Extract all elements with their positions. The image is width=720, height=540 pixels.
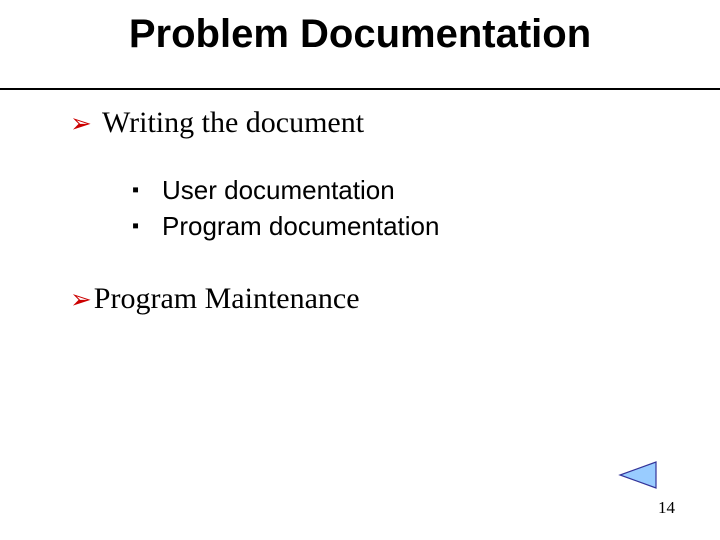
square-icon: ▪ [132, 174, 150, 206]
title-underline [0, 88, 720, 90]
triangle-left-icon [616, 460, 658, 490]
slide-body: ➢ Writing the document ▪ User documentat… [70, 106, 680, 316]
arrow-icon: ➢ [70, 282, 92, 316]
square-icon: ▪ [132, 210, 150, 242]
bullet-text: Program Maintenance [94, 282, 360, 316]
bullet-text: Writing the document [102, 106, 364, 140]
page-number: 14 [658, 498, 675, 518]
bullet-level1: ➢ Program Maintenance [70, 282, 680, 316]
slide-title: Problem Documentation [129, 12, 591, 57]
title-wrap: Problem Documentation [0, 0, 720, 57]
bullet-level1: ➢ Writing the document [70, 106, 680, 140]
slide: Problem Documentation ➢ Writing the docu… [0, 0, 720, 540]
sub-bullet-group: ▪ User documentation ▪ Program documenta… [132, 174, 680, 242]
arrow-icon: ➢ [70, 106, 94, 140]
back-button[interactable] [616, 460, 658, 490]
bullet-text: Program documentation [162, 210, 439, 242]
bullet-level2: ▪ User documentation [132, 174, 680, 206]
bullet-text: User documentation [162, 174, 395, 206]
bullet-level2: ▪ Program documentation [132, 210, 680, 242]
